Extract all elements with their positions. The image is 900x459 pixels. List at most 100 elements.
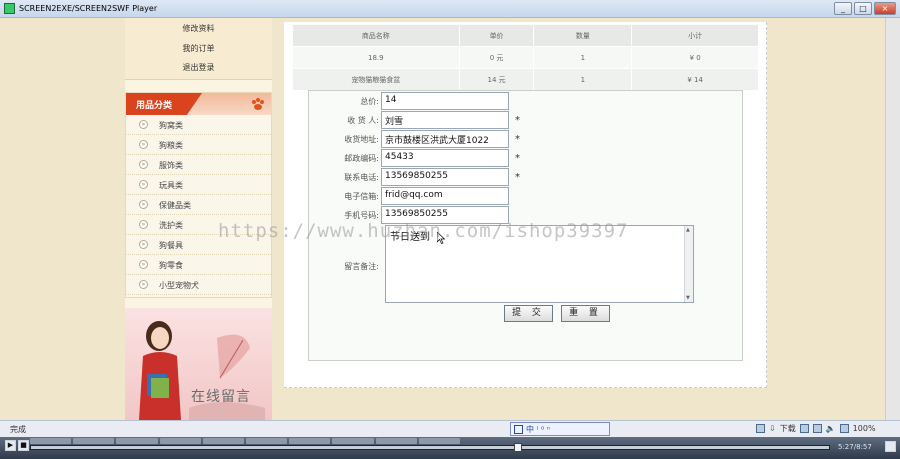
total-field[interactable]: 14 bbox=[381, 92, 509, 110]
playback-time: 5:27/8:57 bbox=[838, 443, 872, 451]
tray-icon[interactable] bbox=[756, 424, 765, 433]
cell-subtotal: ¥ 14 bbox=[631, 68, 759, 91]
page-scrollbar[interactable] bbox=[885, 18, 900, 420]
phone-field[interactable]: 13569850255 bbox=[381, 168, 509, 186]
stop-button[interactable]: ■ bbox=[18, 440, 29, 451]
chevron-right-icon: » bbox=[139, 220, 148, 229]
receiver-field[interactable]: 刘雪 bbox=[381, 111, 509, 129]
frame-thumbnails bbox=[30, 438, 461, 444]
column-header: 小计 bbox=[631, 24, 759, 47]
address-field[interactable]: 京市鼓楼区洪武大厦1022 bbox=[381, 130, 509, 148]
column-header: 商品名称 bbox=[292, 24, 460, 47]
category-item[interactable]: » 狗粮类 bbox=[126, 135, 271, 155]
category-item[interactable]: » 服饰类 bbox=[126, 155, 271, 175]
category-item[interactable]: » 保健品类 bbox=[126, 195, 271, 215]
scroll-down-icon[interactable]: ▼ bbox=[686, 295, 690, 301]
chevron-right-icon: » bbox=[139, 240, 148, 249]
cell-product-name: 宠物猫粮猫食盆 bbox=[292, 68, 460, 91]
zoom-icon[interactable] bbox=[839, 424, 849, 433]
ime-toolbar[interactable]: 中 ⁾ ⁰ ⁿ bbox=[510, 422, 610, 436]
column-header: 单价 bbox=[458, 24, 535, 47]
phone-label: 联系电话: bbox=[344, 173, 379, 182]
email-label: 电子信箱: bbox=[344, 192, 379, 201]
download-label[interactable]: 下载 bbox=[780, 423, 796, 434]
cart-header-row: 商品名称 单价 数量 小计 bbox=[292, 24, 759, 47]
category-title: 用品分类 bbox=[136, 101, 173, 111]
watermark: https://www.huzhan.com/ishop39397 bbox=[218, 220, 629, 242]
category-item[interactable]: » 玩具类 bbox=[126, 175, 271, 195]
remark-label: 留言备注: bbox=[344, 262, 379, 271]
chevron-right-icon: » bbox=[139, 140, 148, 149]
table-row: 宠物猫粮猫食盆 14 元 1 ¥ 14 bbox=[292, 68, 759, 91]
required-mark: * bbox=[515, 172, 520, 183]
table-row: 18.9 0 元 1 ¥ 0 bbox=[292, 46, 759, 69]
submit-button[interactable]: 提 交 bbox=[504, 305, 553, 322]
category-panel: 用品分类 » 狗窝类 » 狗粮类 » 服饰类 » 玩具类 » 保健品类 » 洗护类 » 狗餐具… bbox=[125, 92, 272, 298]
speaker-icon[interactable]: 🔈 bbox=[826, 424, 836, 433]
left-margin bbox=[0, 18, 125, 420]
cell-quantity: 1 bbox=[533, 68, 633, 91]
reset-button[interactable]: 重 置 bbox=[561, 305, 610, 322]
chevron-right-icon: » bbox=[139, 260, 148, 269]
category-item[interactable]: » 狗窝类 bbox=[126, 115, 271, 135]
cell-quantity: 1 bbox=[533, 46, 633, 69]
ime-icon[interactable] bbox=[514, 424, 523, 434]
banner-text: 在线留言 bbox=[191, 389, 251, 405]
cell-product-name: 18.9 bbox=[292, 46, 460, 69]
cell-unit-price: 0 元 bbox=[458, 46, 535, 69]
ime-text: 中 ⁾ ⁰ ⁿ bbox=[526, 424, 550, 434]
category-item[interactable]: » 小型宠物犬 bbox=[126, 275, 271, 295]
required-mark: * bbox=[515, 115, 520, 126]
chevron-right-icon: » bbox=[139, 200, 148, 209]
logout-link[interactable]: 退出登录 bbox=[125, 62, 272, 73]
chevron-right-icon: » bbox=[139, 280, 148, 289]
main-content: 商品名称 单价 数量 小计 18.9 0 元 1 ¥ 0 宠物猫粮猫食盆 14 … bbox=[272, 18, 885, 420]
zip-label: 邮政编码: bbox=[344, 154, 379, 163]
cart-table: 商品名称 单价 数量 小计 18.9 0 元 1 ¥ 0 宠物猫粮猫食盆 14 … bbox=[292, 24, 759, 91]
cell-unit-price: 14 元 bbox=[458, 68, 535, 91]
seek-track[interactable] bbox=[30, 445, 830, 450]
download-arrow-icon[interactable]: ⇩ bbox=[769, 424, 776, 433]
fullscreen-icon[interactable] bbox=[885, 441, 896, 452]
receiver-label: 收 货 人: bbox=[347, 116, 379, 125]
required-mark: * bbox=[515, 153, 520, 164]
status-tray: ⇩ 下载 🔈 100% bbox=[756, 423, 876, 434]
zip-field[interactable]: 45433 bbox=[381, 149, 509, 167]
chevron-right-icon: » bbox=[139, 120, 148, 129]
column-header: 数量 bbox=[533, 24, 633, 47]
player-controls: ▶ ■ 5:27/8:57 bbox=[0, 437, 900, 459]
scroll-up-icon[interactable]: ▲ bbox=[686, 227, 690, 233]
status-bar: 完成 中 ⁾ ⁰ ⁿ ⇩ 下载 🔈 100% bbox=[0, 420, 900, 437]
play-button[interactable]: ▶ bbox=[5, 440, 16, 451]
close-button[interactable]: × bbox=[874, 2, 896, 15]
order-area: 商品名称 单价 数量 小计 18.9 0 元 1 ¥ 0 宠物猫粮猫食盆 14 … bbox=[284, 22, 767, 388]
maximize-button[interactable]: □ bbox=[854, 2, 872, 15]
paw-icon bbox=[252, 98, 264, 110]
chevron-right-icon: » bbox=[139, 180, 148, 189]
window-title: SCREEN2EXE/SCREEN2SWF Player bbox=[19, 4, 158, 13]
category-header: 用品分类 bbox=[126, 93, 271, 115]
my-orders-link[interactable]: 我的订单 bbox=[125, 43, 272, 54]
email-field[interactable]: frid@qq.com bbox=[381, 187, 509, 205]
tray-icon[interactable] bbox=[812, 424, 822, 433]
address-label: 收货地址: bbox=[344, 135, 379, 144]
edit-profile-link[interactable]: 修改资料 bbox=[125, 23, 272, 34]
sidebar: 修改资料 我的订单 退出登录 用品分类 » 狗窝类 » 狗粮类 » 服饰类 » 玩具类 … bbox=[125, 18, 272, 420]
tray-icon[interactable] bbox=[799, 424, 809, 433]
zoom-level[interactable]: 100% bbox=[853, 424, 876, 433]
category-item[interactable]: » 狗零食 bbox=[126, 255, 271, 275]
message-banner[interactable]: 在线留言 bbox=[125, 308, 272, 420]
textarea-scrollbar[interactable]: ▲ ▼ bbox=[684, 226, 693, 302]
window-titlebar: SCREEN2EXE/SCREEN2SWF Player _ □ × bbox=[0, 0, 900, 18]
account-links: 修改资料 我的订单 退出登录 bbox=[125, 18, 272, 80]
window-controls: _ □ × bbox=[834, 2, 896, 15]
seek-handle[interactable] bbox=[514, 443, 522, 452]
browser-page: 修改资料 我的订单 退出登录 用品分类 » 狗窝类 » 狗粮类 » 服饰类 » 玩具类 … bbox=[0, 18, 900, 420]
chevron-right-icon: » bbox=[139, 160, 148, 169]
required-mark: * bbox=[515, 134, 520, 145]
cell-subtotal: ¥ 0 bbox=[631, 46, 759, 69]
app-icon bbox=[4, 3, 15, 14]
total-label: 总价: bbox=[360, 97, 379, 106]
minimize-button[interactable]: _ bbox=[834, 2, 852, 15]
status-text: 完成 bbox=[10, 425, 26, 434]
